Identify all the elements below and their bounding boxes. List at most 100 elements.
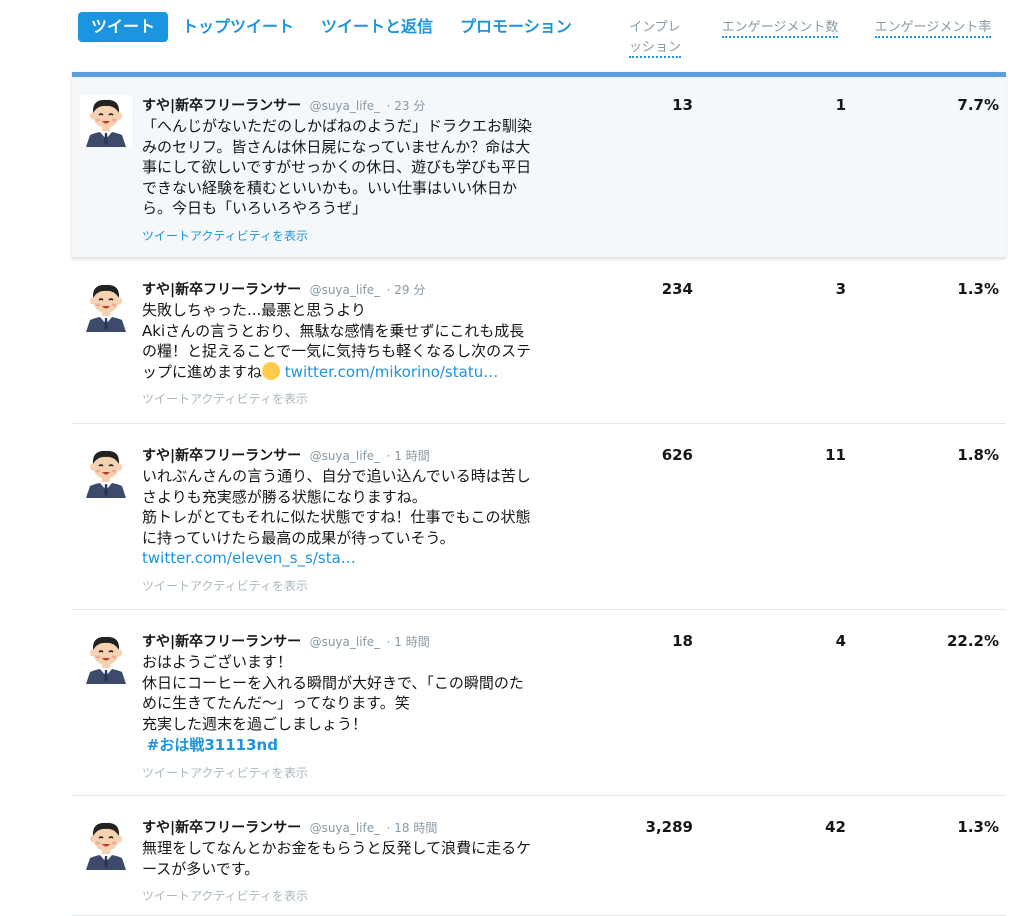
tweet-time[interactable]: · 18 時間 <box>387 821 438 835</box>
engagement-rate-value: 1.3% <box>957 280 999 298</box>
impressions-value: 13 <box>672 96 693 114</box>
author-handle[interactable]: @suya_life_ <box>310 449 381 463</box>
tweet-text-line: 事にして欲しいですがせっかくの休日、遊びも学びも平日 <box>142 158 532 176</box>
engagement-rate-value: 22.2% <box>946 632 999 650</box>
tweet-link[interactable]: twitter.com/mikorino/statu… <box>285 363 498 381</box>
tweet-time[interactable]: · 1 時間 <box>387 449 430 463</box>
tab-tweets-and-replies[interactable]: ツイートと返信 <box>321 12 433 42</box>
tweet-row[interactable]: すや|新卒フリーランサー @suya_life_ · 23 分 「へんじがないた… <box>72 72 1006 258</box>
impressions-value: 3,289 <box>645 818 693 836</box>
view-tweet-activity-link[interactable]: ツイートアクティビティを表示 <box>142 390 582 407</box>
tweet-content: すや|新卒フリーランサー @suya_life_ · 1 時間 いれぶんさんの言… <box>142 446 582 594</box>
tweet-header: すや|新卒フリーランサー @suya_life_ · 18 時間 <box>142 818 582 838</box>
tweet-text: いれぶんさんの言う通り、自分で追い込んでいる時は苦し さよりも充実感が勝る状態にな… <box>142 466 582 569</box>
author-handle[interactable]: @suya_life_ <box>310 821 381 835</box>
author-name[interactable]: すや|新卒フリーランサー <box>142 634 301 650</box>
tweet-text-line: 充実した週末を過ごしましょう！ <box>142 714 368 733</box>
tab-promotions[interactable]: プロモーション <box>460 12 572 42</box>
tweet-content: すや|新卒フリーランサー @suya_life_ · 29 分 失敗しちゃった.… <box>142 280 582 407</box>
author-handle[interactable]: @suya_life_ <box>310 635 381 649</box>
tweet-text-line: 休日にコーヒーを入れる瞬間が大好きで、「この瞬間のた <box>142 673 524 692</box>
tweet-text-line: めに生きてたんだ〜」ってなります。笑 <box>142 694 410 712</box>
tweet-header: すや|新卒フリーランサー @suya_life_ · 1 時間 <box>142 446 582 466</box>
avatar-illustration <box>80 818 132 870</box>
tweet-text-line: の糧！と捉えることで一気に気持ちも軽くなるし次のステ <box>142 342 532 360</box>
tweet-text-line: できない経験を積むといいかも。いい仕事はいい休日か <box>142 178 518 197</box>
tweet-content: すや|新卒フリーランサー @suya_life_ · 18 時間 無理をしてなん… <box>142 818 582 904</box>
tweet-header: すや|新卒フリーランサー @suya_life_ · 29 分 <box>142 280 582 300</box>
tweet-hashtag[interactable]: #おは戦31113nd <box>147 736 278 754</box>
tweet-content: すや|新卒フリーランサー @suya_life_ · 1 時間 おはようございま… <box>142 632 582 781</box>
view-tweet-activity-link[interactable]: ツイートアクティビティを表示 <box>142 577 582 594</box>
tweet-text-line: 無理をしてなんとかお金をもらうと反発して浪費に走るケ <box>142 839 532 857</box>
impressions-value: 626 <box>661 446 693 464</box>
tweet-link[interactable]: twitter.com/eleven_s_s/sta… <box>142 549 356 567</box>
tweet-text-line: に持っていけたら最高の成果が待っていそう。 <box>142 528 455 547</box>
tweet-row[interactable]: すや|新卒フリーランサー @suya_life_ · 18 時間 無理をしてなん… <box>72 796 1006 916</box>
tweet-text-line: ップに進めますね twitter.com/mikorino/statu… <box>142 361 582 383</box>
column-header-engagements-label: エンゲージメント数 <box>721 20 839 38</box>
tweet-text-line: おはようございます！ <box>142 653 293 671</box>
column-header-impressions-line2: ッション <box>628 40 681 58</box>
avatar-illustration <box>80 280 132 332</box>
tweet-text-line: ら。今日も「いろいろやろうぜ」 <box>142 199 368 217</box>
author-name[interactable]: すや|新卒フリーランサー <box>142 448 301 464</box>
engagement-rate-value: 1.8% <box>957 446 999 464</box>
impressions-value: 18 <box>672 632 693 650</box>
tweet-time[interactable]: · 1 時間 <box>387 635 430 649</box>
engagements-value: 4 <box>835 632 846 650</box>
column-header-impressions-line1: インプレ <box>629 20 681 35</box>
tweet-text-line: さよりも充実感が勝る状態になりますね。 <box>142 487 427 506</box>
engagements-value: 42 <box>825 818 846 836</box>
author-name[interactable]: すや|新卒フリーランサー <box>142 820 301 836</box>
tweet-text: 失敗しちゃった...最悪と思うより Akiさんの言うとおり、無駄な感情を乗せずにこ… <box>142 300 582 382</box>
engagements-value: 3 <box>835 280 846 298</box>
column-header-engagement-rate[interactable]: エンゲージメント率 <box>868 18 998 38</box>
avatar[interactable] <box>80 95 132 147</box>
smile-emoji-icon <box>262 361 281 380</box>
author-handle[interactable]: @suya_life_ <box>310 283 381 297</box>
tweet-header: すや|新卒フリーランサー @suya_life_ · 1 時間 <box>142 632 582 652</box>
tweet-time[interactable]: · 29 分 <box>387 283 426 297</box>
impressions-value: 234 <box>661 280 693 298</box>
tweet-row[interactable]: すや|新卒フリーランサー @suya_life_ · 29 分 失敗しちゃった.… <box>72 258 1006 424</box>
avatar[interactable] <box>80 818 132 870</box>
tweet-text-line-tail: ップに進めますね <box>142 362 263 381</box>
author-name[interactable]: すや|新卒フリーランサー <box>142 282 301 298</box>
tweet-time[interactable]: · 23 分 <box>387 99 426 113</box>
column-header-impressions[interactable]: インプレ ッション <box>623 18 687 58</box>
avatar[interactable] <box>80 280 132 332</box>
tweet-header: すや|新卒フリーランサー @suya_life_ · 23 分 <box>142 96 582 116</box>
tweet-list: すや|新卒フリーランサー @suya_life_ · 23 分 「へんじがないた… <box>72 72 1006 916</box>
engagement-rate-value: 1.3% <box>957 818 999 836</box>
avatar[interactable] <box>80 632 132 684</box>
view-tweet-activity-link[interactable]: ツイートアクティビティを表示 <box>142 887 582 904</box>
analytics-tabs: ツイート トップツイート ツイートと返信 プロモーション <box>78 12 599 42</box>
tweet-text-line: ースが多いです。 <box>142 859 260 878</box>
tweet-text-line: 「へんじがないただのしかばねのようだ」ドラクエお馴染 <box>142 117 533 135</box>
tweet-content: すや|新卒フリーランサー @suya_life_ · 23 分 「へんじがないた… <box>142 96 582 244</box>
avatar-illustration <box>80 632 132 684</box>
avatar-illustration <box>80 446 132 498</box>
view-tweet-activity-link[interactable]: ツイートアクティビティを表示 <box>142 764 582 781</box>
engagements-value: 1 <box>835 96 846 114</box>
tweet-row[interactable]: すや|新卒フリーランサー @suya_life_ · 1 時間 おはようございま… <box>72 610 1006 796</box>
column-header-engagement-rate-label: エンゲージメント率 <box>874 20 992 38</box>
engagements-value: 11 <box>825 446 846 464</box>
tweet-row[interactable]: すや|新卒フリーランサー @suya_life_ · 1 時間 いれぶんさんの言… <box>72 424 1006 610</box>
tweet-text-line: 筋トレがとてもそれに似た状態ですね！仕事でもこの状態 <box>142 508 531 526</box>
tab-tweets[interactable]: ツイート <box>78 12 169 42</box>
author-handle[interactable]: @suya_life_ <box>310 99 381 113</box>
tab-top-tweets[interactable]: トップツイート <box>182 12 294 42</box>
avatar[interactable] <box>80 446 132 498</box>
tweet-text: おはようございます！ 休日にコーヒーを入れる瞬間が大好きで、「この瞬間のた めに生き… <box>142 652 582 756</box>
tweet-text-line: いれぶんさんの言う通り、自分で追い込んでいる時は苦し <box>142 467 531 485</box>
tweet-text-line: 失敗しちゃった...最悪と思うより <box>142 301 367 319</box>
view-tweet-activity-link[interactable]: ツイートアクティビティを表示 <box>142 227 582 244</box>
tweet-text-line: みのセリフ。皆さんは休日屍になっていませんか？命は大 <box>142 137 531 156</box>
engagement-rate-value: 7.7% <box>957 96 999 114</box>
column-header-engagements[interactable]: エンゲージメント数 <box>714 18 846 38</box>
avatar-illustration <box>80 95 132 147</box>
author-name[interactable]: すや|新卒フリーランサー <box>142 98 301 114</box>
tweet-text-line: Akiさんの言うとおり、無駄な感情を乗せずにこれも成長 <box>142 321 525 340</box>
